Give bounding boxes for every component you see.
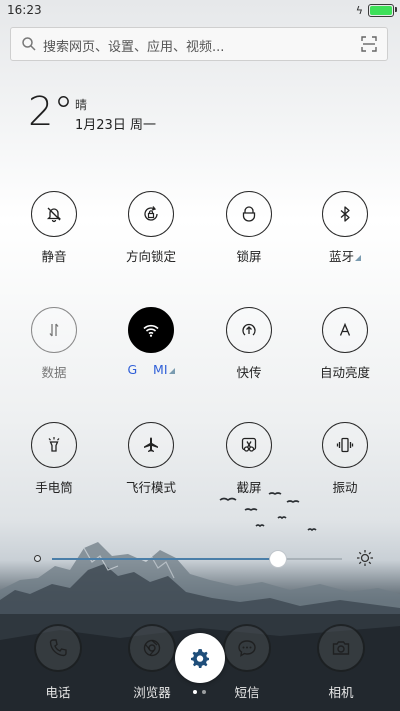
more-options-corner-icon: [355, 255, 361, 261]
page-dot: [202, 690, 206, 694]
toggle-mobile-data[interactable]: 数据: [9, 307, 99, 387]
dock-app-icon-wrap[interactable]: [223, 624, 271, 672]
brightness-thumb[interactable]: [269, 550, 288, 568]
dock-app-phone[interactable]: 电话: [23, 624, 93, 701]
toggle-vibrate[interactable]: 振动: [300, 422, 390, 502]
weather-temperature: 2°: [28, 89, 74, 135]
toggle-bluetooth[interactable]: 蓝牙: [300, 191, 390, 271]
toggle-quick-transfer[interactable]: 快传: [204, 307, 294, 387]
more-options-corner-icon: [168, 368, 175, 374]
toggle-label: 快传: [236, 365, 262, 380]
vibrate-icon: [336, 437, 354, 453]
brightness-low-icon: [34, 555, 41, 562]
rotation-lock-icon: [144, 206, 158, 221]
flashlight-icon: [48, 437, 60, 452]
camera-icon: [332, 641, 350, 655]
toggle-mobile-data-button[interactable]: [31, 307, 77, 353]
lock-icon: [242, 206, 256, 222]
mobile-data-icon: [49, 323, 59, 337]
toggle-lock-screen[interactable]: 锁屏: [204, 191, 294, 271]
search-bar[interactable]: 搜索网页、设置、应用、视频...: [10, 27, 388, 61]
toggle-auto-brightness-button[interactable]: [322, 307, 368, 353]
toggle-airplane-mode[interactable]: 飞行模式: [106, 422, 196, 502]
bluetooth-icon: [340, 206, 350, 222]
toggle-rotation-lock[interactable]: 方向锁定: [106, 191, 196, 271]
toggle-auto-brightness[interactable]: 自动亮度: [300, 307, 390, 387]
status-icons: ϟ: [355, 3, 397, 17]
toggle-label: 振动: [332, 480, 358, 495]
weather-date: 1月23日 周一: [75, 118, 156, 133]
dock-app-label: 电话: [45, 685, 71, 700]
scan-icon[interactable]: [361, 36, 377, 52]
toggle-label: 自动亮度: [319, 365, 370, 380]
toggle-screenshot-button[interactable]: [226, 422, 272, 468]
toggle-wifi[interactable]: G MI: [106, 307, 196, 387]
gear-icon: [191, 649, 209, 668]
auto-brightness-icon: [339, 322, 351, 336]
toggle-lock-screen-button[interactable]: [226, 191, 272, 237]
quick-settings-screen: 16:23 ϟ 搜索网页、设置、应用、视频... 2° 晴 1月23日 周一 静…: [0, 0, 400, 711]
search-icon: [22, 37, 36, 51]
brightness-fill: [52, 558, 279, 560]
toggle-flashlight[interactable]: 手电筒: [9, 422, 99, 502]
status-bar: 16:23 ϟ: [0, 0, 400, 22]
toggle-bluetooth-button[interactable]: [322, 191, 368, 237]
settings-button[interactable]: [175, 633, 225, 683]
toggle-label: 蓝牙: [300, 246, 390, 265]
bell-off-icon: [46, 207, 62, 223]
toggle-screenshot[interactable]: 截屏: [204, 422, 294, 502]
weather-condition: 晴: [75, 98, 88, 112]
toggle-silent[interactable]: 静音: [9, 191, 99, 271]
dock-app-label: 短信: [234, 685, 260, 700]
toggle-label: 手电筒: [35, 480, 73, 495]
wifi-network-name: G MI: [127, 362, 168, 377]
brightness-high-icon: [357, 550, 373, 566]
toggle-vibrate-button[interactable]: [322, 422, 368, 468]
toggle-label-text: 蓝牙: [328, 249, 354, 264]
toggle-label: 飞行模式: [125, 480, 176, 495]
toggle-silent-button[interactable]: [31, 191, 77, 237]
toggle-rotation-lock-button[interactable]: [128, 191, 174, 237]
brightness-slider[interactable]: [30, 548, 375, 572]
messages-icon: [238, 640, 256, 657]
dock-app-label: 浏览器: [133, 685, 171, 700]
toggle-label: 方向锁定: [125, 249, 176, 264]
airplane-icon: [144, 437, 158, 452]
phone-icon: [49, 639, 67, 657]
toggle-label: 锁屏: [236, 249, 262, 264]
dock-app-icon-wrap[interactable]: [128, 624, 176, 672]
toggle-airplane-mode-button[interactable]: [128, 422, 174, 468]
toggle-label: 数据: [41, 365, 67, 380]
browser-icon: [143, 639, 161, 657]
screenshot-icon: [241, 437, 257, 452]
toggle-flashlight-button[interactable]: [31, 422, 77, 468]
battery-icon: [368, 4, 397, 17]
page-dot-active: [193, 690, 197, 694]
status-time: 16:23: [7, 3, 42, 17]
dock-app-camera[interactable]: 相机: [306, 624, 376, 701]
battery-level-fill: [370, 6, 392, 15]
quick-transfer-icon: [242, 323, 256, 336]
page-indicator: [193, 690, 206, 694]
toggle-wifi-button[interactable]: [128, 307, 174, 353]
dock-app-icon-wrap[interactable]: [34, 624, 82, 672]
toggle-label: 静音: [41, 249, 67, 264]
toggle-quick-transfer-button[interactable]: [226, 307, 272, 353]
dock-app-label: 相机: [328, 685, 354, 700]
toggle-label: G MI: [106, 362, 196, 377]
search-placeholder: 搜索网页、设置、应用、视频...: [43, 40, 225, 55]
dock-app-icon-wrap[interactable]: [317, 624, 365, 672]
wifi-icon: [143, 324, 159, 337]
toggle-label: 截屏: [236, 480, 262, 495]
brightness-track[interactable]: [52, 550, 342, 568]
charging-icon: ϟ: [355, 3, 363, 17]
